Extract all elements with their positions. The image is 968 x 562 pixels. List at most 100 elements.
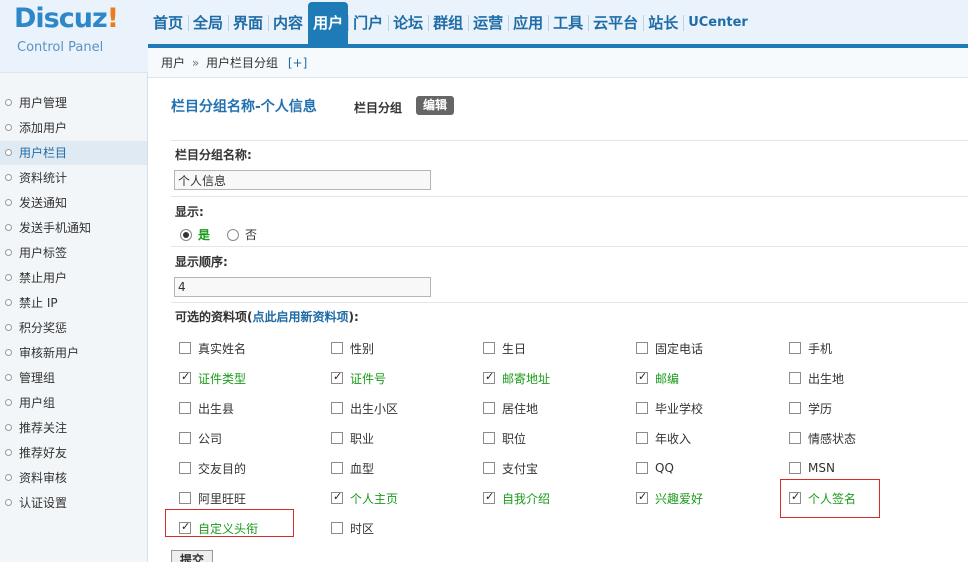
checkbox-checked-icon — [483, 490, 495, 504]
sidebar-item-profile-review[interactable]: 资料审核 — [0, 466, 147, 490]
group-name-input[interactable] — [174, 170, 431, 190]
profile-field-label: 职位 — [502, 431, 527, 446]
sidebar-item-recommend-friends[interactable]: 推荐好友 — [0, 441, 147, 465]
profile-field-checkbox[interactable]: 职业 — [331, 430, 374, 446]
profile-field-checkbox[interactable]: 性别 — [331, 340, 374, 356]
show-label: 显示: — [175, 205, 204, 219]
edit-button[interactable]: 编辑 — [416, 96, 455, 115]
nav-operation[interactable]: 运营 — [468, 2, 508, 44]
profile-field-checkbox[interactable]: 居住地 — [483, 400, 538, 416]
profile-field-checkbox[interactable]: 邮寄地址 — [483, 370, 550, 386]
sidebar-item-credits[interactable]: 积分奖惩 — [0, 316, 147, 340]
sidebar-item-tags[interactable]: 用户标签 — [0, 241, 147, 265]
highlight-box — [780, 479, 880, 518]
nav-user[interactable]: 用户 — [308, 2, 349, 44]
bullet-icon — [5, 199, 12, 206]
checkbox-checked-icon — [331, 370, 343, 384]
sidebar-item-ban-user[interactable]: 禁止用户 — [0, 266, 147, 290]
sidebar-item-user-manage[interactable]: 用户管理 — [0, 91, 147, 115]
nav-group[interactable]: 群组 — [428, 2, 468, 44]
profile-field-checkbox[interactable]: 手机 — [789, 340, 832, 356]
breadcrumb-root[interactable]: 用户 — [161, 56, 185, 70]
bullet-icon — [5, 449, 12, 456]
profile-field-label: 血型 — [350, 461, 375, 476]
breadcrumb-add-link[interactable]: [+] — [288, 56, 307, 70]
checkbox-unchecked-icon — [789, 462, 801, 474]
sidebar-item-admin-groups[interactable]: 管理组 — [0, 366, 147, 390]
profile-field-checkbox[interactable]: 血型 — [331, 460, 374, 476]
display-order-input[interactable] — [174, 277, 431, 297]
logo-title: Discuz! — [14, 3, 119, 34]
profile-field-checkbox[interactable]: 固定电话 — [636, 340, 703, 356]
profile-field-checkbox[interactable]: 出生地 — [789, 370, 844, 386]
checkbox-unchecked-icon — [179, 492, 191, 504]
sidebar-item-ban-ip[interactable]: 禁止 IP — [0, 291, 147, 315]
nav-style[interactable]: 界面 — [228, 2, 268, 44]
profile-field-checkbox[interactable]: 职位 — [483, 430, 526, 446]
show-yes-radio[interactable]: 是 — [180, 226, 210, 243]
profile-field-checkbox[interactable]: 自我介绍 — [483, 490, 550, 506]
profile-field-label: 邮寄地址 — [502, 371, 551, 386]
group-sub-label: 栏目分组 — [354, 101, 403, 115]
bullet-icon — [5, 224, 12, 231]
show-no-radio[interactable]: 否 — [227, 226, 257, 243]
profile-field-checkbox[interactable]: 交友目的 — [179, 460, 246, 476]
display-order-label: 显示顺序: — [175, 255, 228, 269]
nav-content[interactable]: 内容 — [268, 2, 308, 44]
sidebar-item-verify-settings[interactable]: 认证设置 — [0, 491, 147, 515]
profile-field-checkbox[interactable]: 年收入 — [636, 430, 691, 446]
profile-field-checkbox[interactable]: 证件号 — [331, 370, 386, 386]
profile-field-label: 手机 — [808, 341, 833, 356]
nav-global[interactable]: 全局 — [188, 2, 228, 44]
profile-field-checkbox[interactable]: 邮编 — [636, 370, 679, 386]
profile-field-label: 邮编 — [655, 371, 680, 386]
profile-field-checkbox[interactable]: 公司 — [179, 430, 222, 446]
group-name-label: 栏目分组名称: — [175, 148, 252, 162]
sidebar-item-stats[interactable]: 资料统计 — [0, 166, 147, 190]
bullet-icon — [5, 499, 12, 506]
logo[interactable]: Discuz! Control Panel — [0, 0, 148, 72]
profile-field-label: 自我介绍 — [502, 491, 551, 506]
sidebar-item-recommend-follow[interactable]: 推荐关注 — [0, 416, 147, 440]
nav-app[interactable]: 应用 — [508, 2, 548, 44]
nav-tools[interactable]: 工具 — [548, 2, 588, 44]
checkbox-unchecked-icon — [331, 522, 343, 534]
profile-field-checkbox[interactable]: QQ — [636, 460, 674, 476]
nav-ucenter[interactable]: UCenter — [683, 2, 753, 44]
checkbox-unchecked-icon — [636, 402, 648, 414]
sidebar-item-user-profile[interactable]: 用户栏目 — [0, 141, 147, 165]
profile-field-checkbox[interactable]: 出生小区 — [331, 400, 398, 416]
bullet-icon — [5, 324, 12, 331]
sidebar-item-sms-notify[interactable]: 发送手机通知 — [0, 216, 147, 240]
profile-field-checkbox[interactable]: 兴趣爱好 — [636, 490, 703, 506]
nav-webmaster[interactable]: 站长 — [643, 2, 683, 44]
profile-field-checkbox[interactable]: 证件类型 — [179, 370, 246, 386]
nav-home[interactable]: 首页 — [148, 2, 188, 44]
divider — [171, 196, 968, 197]
profile-field-label: 固定电话 — [655, 341, 704, 356]
profile-field-checkbox[interactable]: 个人主页 — [331, 490, 398, 506]
bullet-icon — [5, 124, 12, 131]
profile-field-checkbox[interactable]: 真实姓名 — [179, 340, 246, 356]
profile-field-checkbox[interactable]: 情感状态 — [789, 430, 856, 446]
bullet-icon — [5, 249, 12, 256]
sidebar-item-user-groups[interactable]: 用户组 — [0, 391, 147, 415]
profile-field-checkbox[interactable]: 阿里旺旺 — [179, 490, 246, 506]
profile-field-checkbox[interactable]: 时区 — [331, 520, 374, 536]
profile-field-checkbox[interactable]: 支付宝 — [483, 460, 538, 476]
sidebar-item-add-user[interactable]: 添加用户 — [0, 116, 147, 140]
enable-new-fields-link[interactable]: 点此启用新资料项 — [253, 310, 349, 324]
sidebar-item-moderate-users[interactable]: 审核新用户 — [0, 341, 147, 365]
profile-field-checkbox[interactable]: MSN — [789, 460, 835, 476]
profile-field-checkbox[interactable]: 学历 — [789, 400, 832, 416]
submit-button[interactable]: 提交 — [171, 550, 213, 562]
nav-cloud[interactable]: 云平台 — [588, 2, 643, 44]
nav-forum[interactable]: 论坛 — [388, 2, 428, 44]
breadcrumb-current: 用户栏目分组 — [206, 56, 279, 70]
profile-field-checkbox[interactable]: 生日 — [483, 340, 526, 356]
profile-field-checkbox[interactable]: 毕业学校 — [636, 400, 703, 416]
profile-field-checkbox[interactable]: 出生县 — [179, 400, 234, 416]
checkbox-unchecked-icon — [483, 432, 495, 444]
nav-portal[interactable]: 门户 — [348, 2, 388, 44]
sidebar-item-notify[interactable]: 发送通知 — [0, 191, 147, 215]
